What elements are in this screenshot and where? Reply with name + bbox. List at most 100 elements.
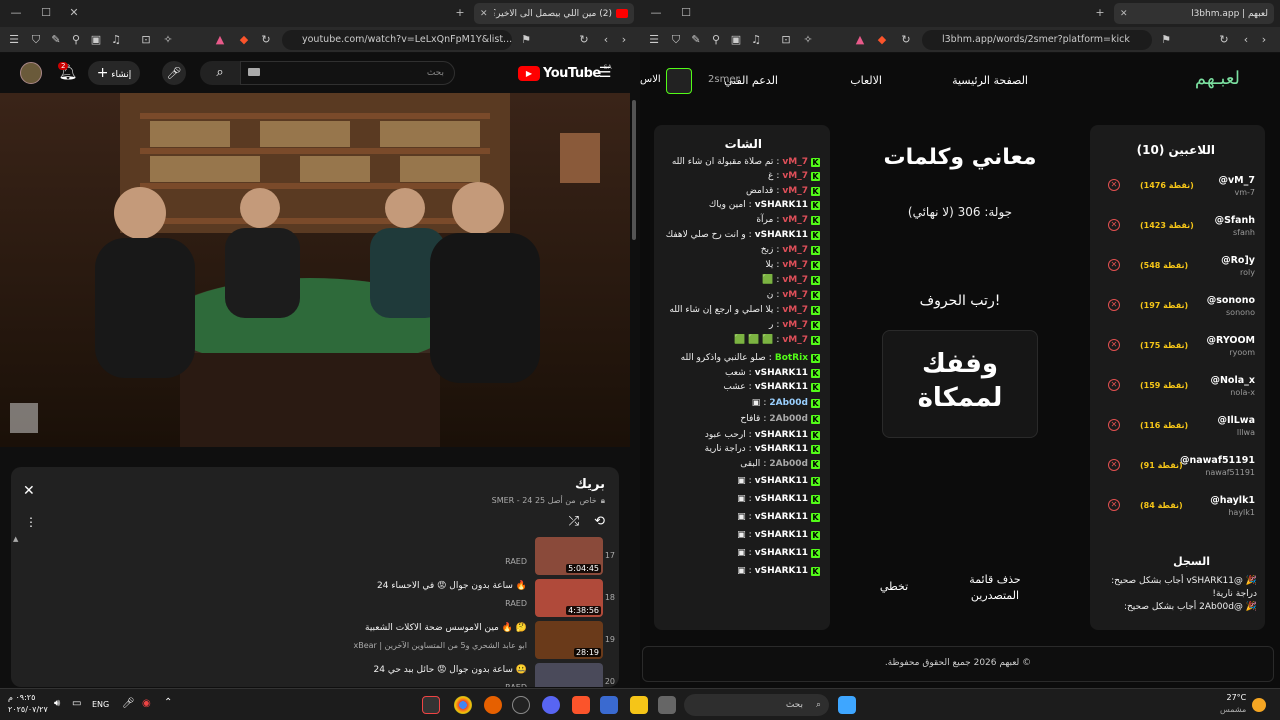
- windows-start-icon[interactable]: [838, 696, 856, 714]
- nav-home[interactable]: الصفحة الرئيسية: [952, 74, 1028, 87]
- chat-username[interactable]: vSHARK11: [755, 494, 808, 504]
- epic-games-icon[interactable]: [422, 696, 440, 714]
- screenshot-icon[interactable]: ⊡: [778, 32, 794, 48]
- close-window-button[interactable]: ✕: [66, 5, 82, 21]
- search-input[interactable]: بحث: [240, 61, 455, 85]
- chat-username[interactable]: vM_7: [782, 215, 808, 225]
- maximize-button[interactable]: ☐: [678, 5, 694, 21]
- video-thumbnail[interactable]: 5:04:45: [535, 537, 603, 575]
- reload-icon[interactable]: ↻: [258, 32, 274, 48]
- chat-username[interactable]: vM_7: [782, 260, 808, 270]
- more-options-icon[interactable]: ⋮: [25, 515, 37, 529]
- chat-username[interactable]: vSHARK11: [755, 476, 808, 486]
- sidebar-icon[interactable]: ▣: [88, 32, 104, 48]
- bookmark-page-icon[interactable]: ⚑: [1158, 32, 1174, 48]
- bookmark-icon[interactable]: ⚲: [708, 32, 724, 48]
- chat-username[interactable]: vSHARK11: [755, 530, 808, 540]
- nav-games[interactable]: الالعاب: [850, 74, 882, 87]
- chat-username[interactable]: vM_7: [782, 171, 808, 181]
- minimize-button[interactable]: —: [8, 5, 24, 21]
- steam-icon[interactable]: [512, 696, 530, 714]
- discord-icon[interactable]: [542, 696, 560, 714]
- extension-icon[interactable]: ✎: [48, 32, 64, 48]
- chat-username[interactable]: vM_7: [782, 186, 808, 196]
- shield-icon[interactable]: ⛉: [28, 32, 44, 48]
- close-icon[interactable]: ✕: [1120, 9, 1128, 19]
- file-explorer-icon[interactable]: [630, 696, 648, 714]
- weather-widget[interactable]: 27°C مشمس: [1220, 692, 1246, 716]
- refresh-icon[interactable]: ↻: [576, 32, 592, 48]
- chat-username[interactable]: vSHARK11: [755, 512, 808, 522]
- extension-icon[interactable]: ✎: [688, 32, 704, 48]
- close-icon[interactable]: ✕: [480, 9, 488, 19]
- forward-icon[interactable]: ›: [616, 32, 632, 48]
- chat-username[interactable]: BotRix: [775, 353, 808, 363]
- firefox-icon[interactable]: [484, 696, 502, 714]
- battery-icon[interactable]: ◉: [142, 698, 151, 709]
- minimize-button[interactable]: —: [648, 5, 664, 21]
- chat-username[interactable]: vSHARK11: [755, 566, 808, 576]
- date-time[interactable]: ٠٩:٢٥ م ٢٠٢٥/٠٧/٢٧: [8, 692, 48, 716]
- network-icon[interactable]: ▭: [72, 698, 81, 709]
- search-button[interactable]: ⌕: [200, 61, 240, 85]
- channel-name[interactable]: RAED: [505, 683, 527, 687]
- voice-search-button[interactable]: 🎤︎: [162, 61, 186, 85]
- loop-icon[interactable]: ⟲: [594, 514, 605, 529]
- video-title[interactable]: 24 ساعة بدون جوال 😡 في الاحساء 🔥: [377, 581, 527, 591]
- remove-player-icon[interactable]: ✕: [1108, 339, 1120, 351]
- back-icon[interactable]: ‹: [1238, 32, 1254, 48]
- chat-username[interactable]: vSHARK11: [755, 548, 808, 558]
- keyboard-icon[interactable]: [248, 68, 260, 76]
- video-title[interactable]: مين الاموسس ضحة الاكلات الشعبية 🔥 🤔: [365, 623, 527, 633]
- brave-rewards-icon[interactable]: ▲: [212, 32, 228, 48]
- remove-player-icon[interactable]: ✕: [1108, 419, 1120, 431]
- chat-username[interactable]: vSHARK11: [755, 444, 808, 454]
- music-icon[interactable]: ♫: [108, 32, 124, 48]
- microphone-icon[interactable]: 🎤︎: [122, 698, 135, 709]
- bookmark-page-icon[interactable]: ⚑: [518, 32, 534, 48]
- video-player[interactable]: [0, 93, 630, 447]
- chat-username[interactable]: vSHARK11: [755, 200, 808, 210]
- remove-player-icon[interactable]: ✕: [1108, 299, 1120, 311]
- app-logo[interactable]: لعبـهم: [1195, 68, 1240, 89]
- bookmark-icon[interactable]: ⚲: [68, 32, 84, 48]
- chat-username[interactable]: vM_7: [782, 335, 808, 345]
- chat-username[interactable]: vSHARK11: [755, 368, 808, 378]
- chat-username[interactable]: 2Ab00d: [769, 414, 808, 424]
- close-playlist-button[interactable]: ✕: [23, 483, 35, 499]
- skip-button[interactable]: تخطي: [876, 580, 912, 593]
- brave-shield-icon[interactable]: ◆: [236, 32, 252, 48]
- remove-player-icon[interactable]: ✕: [1108, 499, 1120, 511]
- chrome-icon[interactable]: [454, 696, 472, 714]
- list-item[interactable]: 5:04:45 RAED 17: [11, 537, 619, 579]
- menu-icon[interactable]: ☰: [6, 32, 22, 48]
- channel-name[interactable]: xBear | ابو عابد الشحري و5 من المتساوين …: [354, 641, 528, 650]
- video-thumbnail[interactable]: 4:38:56: [535, 579, 603, 617]
- tab-l3bhm[interactable]: ✕ لعبهم | l3bhm.app: [1114, 3, 1274, 24]
- forward-icon[interactable]: ›: [1256, 32, 1272, 48]
- chat-username[interactable]: vSHARK11: [755, 430, 808, 440]
- chat-username[interactable]: vM_7: [782, 275, 808, 285]
- remove-player-icon[interactable]: ✕: [1108, 379, 1120, 391]
- chat-username[interactable]: 2Ab00d: [769, 398, 808, 408]
- channel-name[interactable]: RAED: [505, 599, 527, 608]
- puzzle-icon[interactable]: ✧: [800, 32, 816, 48]
- remove-player-icon[interactable]: ✕: [1108, 259, 1120, 271]
- hamburger-menu-icon[interactable]: ☰: [596, 64, 614, 82]
- address-bar[interactable]: youtube.com/watch?v=LeLxQnFpM1Y&list...: [282, 30, 512, 50]
- music-icon[interactable]: ♫: [748, 32, 764, 48]
- brave-icon[interactable]: [572, 696, 590, 714]
- task-view-icon[interactable]: [658, 696, 676, 714]
- brave-rewards-icon[interactable]: ▲: [852, 32, 868, 48]
- chat-username[interactable]: vSHARK11: [755, 382, 808, 392]
- remove-player-icon[interactable]: ✕: [1108, 219, 1120, 231]
- puzzle-icon[interactable]: ✧: [160, 32, 176, 48]
- new-tab-icon[interactable]: +: [1092, 5, 1108, 21]
- nav-extra[interactable]: الاس: [640, 74, 661, 85]
- list-item[interactable]: 28:19 مين الاموسس ضحة الاكلات الشعبية 🔥 …: [11, 621, 619, 663]
- refresh-icon[interactable]: ↻: [1216, 32, 1232, 48]
- video-title[interactable]: 24 ساعة بدون جوال 😡 حائل ببد حي 🤐: [373, 665, 527, 675]
- chat-username[interactable]: 2Ab00d: [769, 459, 808, 469]
- remove-player-icon[interactable]: ✕: [1108, 459, 1120, 471]
- create-button[interactable]: + إنشاء: [88, 61, 140, 85]
